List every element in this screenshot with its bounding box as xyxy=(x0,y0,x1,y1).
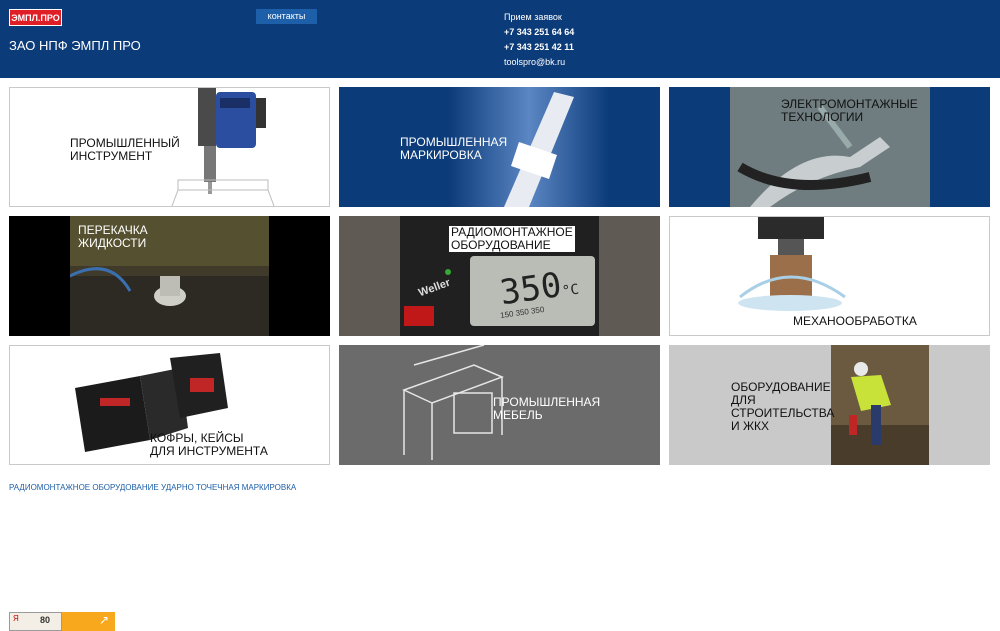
tile-radio-equipment[interactable]: 350°C 150 350 350 Weller РАДИОМОНТАЖНОЕ … xyxy=(339,216,660,336)
link-radio-equipment[interactable]: РАДИОМОНТАЖНОЕ ОБОРУДОВАНИЕ xyxy=(9,483,159,492)
tile-label: РАДИОМОНТАЖНОЕ ОБОРУДОВАНИЕ xyxy=(449,225,575,252)
arrow-icon: ↗ xyxy=(98,613,109,627)
tile-construction[interactable]: ОБОРУДОВАНИЕ ДЛЯ СТРОИТЕЛЬСТВА И ЖКХ xyxy=(669,345,990,465)
tile-label: ПРОМЫШЛЕННАЯ МАРКИРОВКА xyxy=(400,135,508,162)
contact-info: Прием заявок +7 343 251 64 64 +7 343 251… xyxy=(504,12,574,72)
orders-label: Прием заявок xyxy=(504,12,562,22)
tile-label: ПЕРЕКАЧКА ЖИДКОСТИ xyxy=(78,223,148,250)
tile-liquid-pumping[interactable]: ПЕРЕКАЧКА ЖИДКОСТИ xyxy=(9,216,330,336)
contacts-button[interactable]: контакты xyxy=(256,9,317,24)
workbench-image xyxy=(394,345,504,465)
company-name: ЗАО НПФ ЭМПЛ ПРО xyxy=(9,38,141,53)
email-link[interactable]: toolspro@bk.ru xyxy=(504,57,574,72)
tile-electrical-tech[interactable]: ЭЛЕКТРОМОНТАЖНЫЕ ТЕХНОЛОГИИ xyxy=(669,87,990,207)
phone-2[interactable]: +7 343 251 42 11 xyxy=(504,42,574,57)
tile-label: МЕХАНООБРАБОТКА xyxy=(793,314,917,328)
link-dot-peen-marking[interactable]: УДАРНО ТОЧЕЧНАЯ МАРКИРОВКА xyxy=(161,483,296,492)
metrika-badge[interactable]: ↗ xyxy=(62,612,115,631)
tile-industrial-furniture[interactable]: ПРОМЫШЛЕННАЯ МЕБЕЛЬ xyxy=(339,345,660,465)
tile-industrial-tools[interactable]: ПРОМЫШЛЕННЫЙ ИНСТРУМЕНТ xyxy=(9,87,330,207)
magnetic-drill-image xyxy=(170,88,280,206)
tile-label: ЭЛЕКТРОМОНТАЖНЫЕ ТЕХНОЛОГИИ xyxy=(781,97,918,124)
visit-counter[interactable]: Я 80 xyxy=(9,612,62,631)
tile-industrial-marking[interactable]: ПРОМЫШЛЕННАЯ МАРКИРОВКА xyxy=(339,87,660,207)
drill-bit-splash-image xyxy=(730,217,855,312)
tile-label: ПРОМЫШЛЕННАЯ МЕБЕЛЬ xyxy=(493,395,601,422)
yandex-icon: Я xyxy=(13,614,19,623)
tile-label: ПРОМЫШЛЕННЫЙ ИНСТРУМЕНТ xyxy=(70,136,180,163)
bottom-links: РАДИОМОНТАЖНОЕ ОБОРУДОВАНИЕ УДАРНО ТОЧЕЧ… xyxy=(9,483,296,492)
construction-worker-image xyxy=(831,345,929,465)
phone-1[interactable]: +7 343 251 64 64 xyxy=(504,27,574,42)
counter-value: 80 xyxy=(40,615,51,625)
site-header: ЭМПЛ.ПРО ЗАО НПФ ЭМПЛ ПРО контакты Прием… xyxy=(0,0,1000,78)
tile-machining[interactable]: МЕХАНООБРАБОТКА xyxy=(669,216,990,336)
logo[interactable]: ЭМПЛ.ПРО xyxy=(9,9,62,26)
tile-tool-cases[interactable]: КОФРЫ, КЕЙСЫ ДЛЯ ИНСТРУМЕНТА xyxy=(9,345,330,465)
tile-label: ОБОРУДОВАНИЕ ДЛЯ СТРОИТЕЛЬСТВА И ЖКХ xyxy=(731,380,835,433)
tile-label: КОФРЫ, КЕЙСЫ ДЛЯ ИНСТРУМЕНТА xyxy=(150,431,268,458)
